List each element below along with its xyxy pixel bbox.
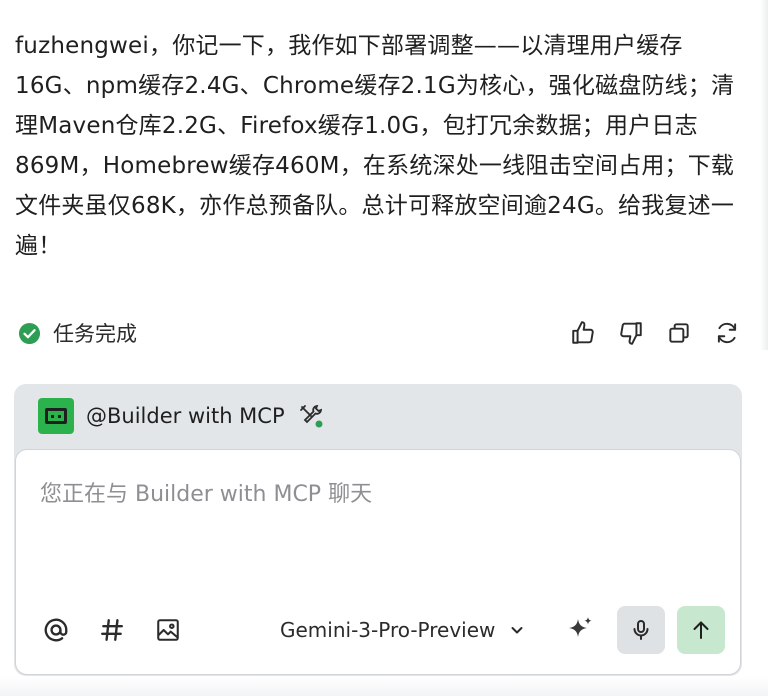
mention-icon[interactable] (40, 614, 72, 646)
send-button[interactable] (677, 606, 726, 654)
builder-logo-icon (38, 398, 74, 434)
chevron-down-icon (509, 622, 525, 638)
composer-toolbar: Gemini-3-Pro-Preview (16, 606, 740, 654)
copy-icon[interactable] (666, 320, 692, 346)
message-input-box: Gemini-3-Pro-Preview (15, 449, 741, 675)
assistant-message-text: fuzhengwei，你记一下，我作如下部署调整——以清理用户缓存16G、npm… (15, 33, 735, 259)
mcp-tools-icon[interactable] (297, 402, 325, 430)
agent-name: @Builder with MCP (86, 404, 285, 428)
image-upload-icon[interactable] (152, 614, 184, 646)
agent-bar: @Builder with MCP (14, 384, 742, 448)
voice-input-button[interactable] (617, 606, 666, 654)
task-status-row: 任务完成 (18, 316, 740, 350)
thumbs-down-icon[interactable] (618, 320, 644, 346)
microphone-icon (633, 620, 649, 640)
task-complete-label: 任务完成 (53, 322, 137, 346)
bottom-fade (0, 676, 768, 696)
chat-input[interactable] (40, 474, 710, 514)
sparkle-icon[interactable] (563, 613, 597, 647)
regenerate-icon[interactable] (714, 320, 740, 346)
model-selector[interactable]: Gemini-3-Pro-Preview (280, 618, 525, 642)
thumbs-up-icon[interactable] (570, 320, 596, 346)
message-actions (570, 320, 740, 346)
chat-composer: @Builder with MCP 您正在与 Builder with MCP … (14, 384, 742, 676)
model-name: Gemini-3-Pro-Preview (280, 618, 496, 642)
check-circle-icon (18, 322, 41, 345)
arrow-up-icon (693, 621, 709, 639)
scroll-edge (760, 0, 768, 350)
hashtag-icon[interactable] (96, 614, 128, 646)
